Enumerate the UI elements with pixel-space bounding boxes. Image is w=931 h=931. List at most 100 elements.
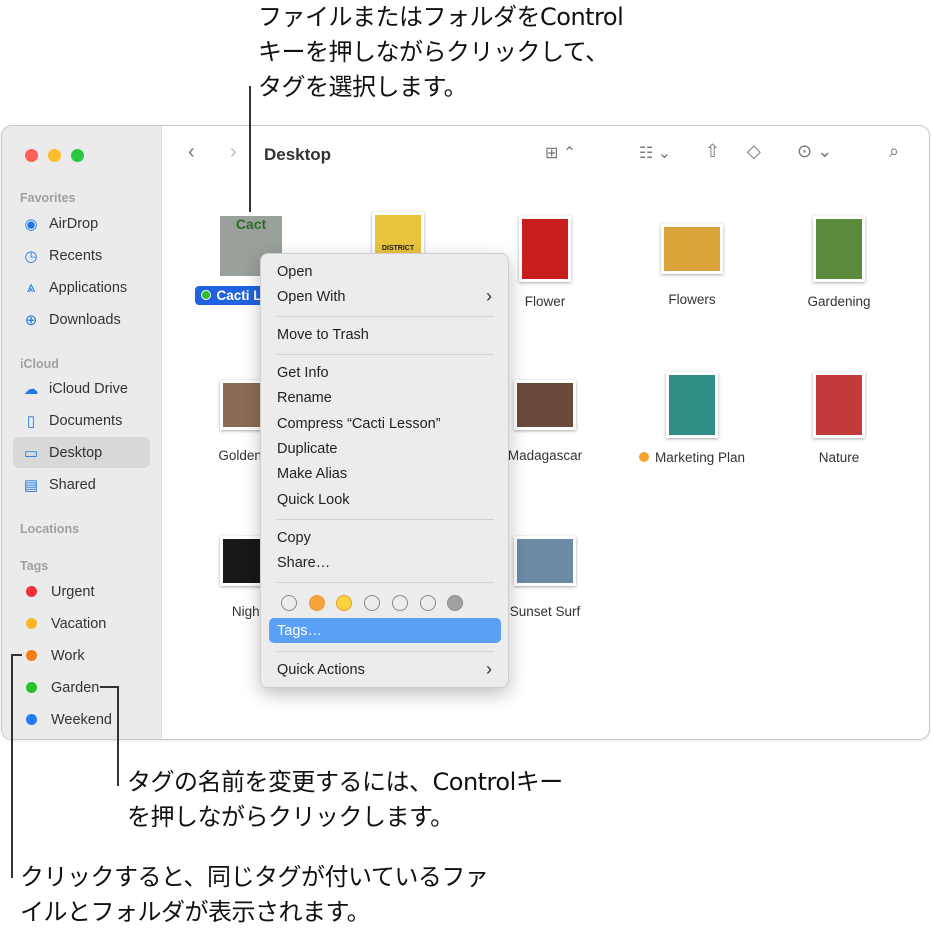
sidebar-item-weekend[interactable]: Weekend: [13, 704, 150, 735]
thumbnail-text: Cact: [235, 216, 267, 232]
forward-button[interactable]: ›: [230, 141, 237, 164]
sidebar-item-shared[interactable]: ▤ Shared: [13, 469, 150, 500]
annotation-line: タグを選択します。: [258, 73, 468, 101]
file-name: Nature: [818, 450, 860, 465]
file-item[interactable]: Marketing Plan: [622, 362, 762, 465]
tag-dot-icon: [26, 682, 37, 693]
menu-item-copy[interactable]: Copy: [277, 530, 311, 546]
annotation-line: クリックすると、同じタグが付いているファ: [20, 863, 489, 891]
context-menu: Open Open With › Move to Trash Get Info Renam…: [260, 253, 509, 688]
search-icon[interactable]: ⌕: [889, 141, 899, 162]
tag-dot-icon: [26, 650, 37, 661]
tag-icon[interactable]: ◇: [747, 141, 761, 162]
tag-dot-icon: [26, 586, 37, 597]
sidebar-item-desktop[interactable]: ▭ Desktop: [13, 437, 150, 468]
back-button[interactable]: ‹: [188, 141, 195, 164]
annotation-line: ファイルまたはフォルダをControl: [258, 3, 624, 31]
menu-item-share[interactable]: Share…: [277, 555, 330, 571]
menu-item-duplicate[interactable]: Duplicate: [277, 441, 337, 457]
sidebar-item-applications[interactable]: ⩓ Applications: [13, 272, 150, 303]
document-icon: ▯: [26, 412, 36, 430]
callout-line: [117, 686, 119, 786]
annotation-line: イルとフォルダが表示されます。: [20, 898, 371, 926]
tag-color-option[interactable]: [419, 595, 436, 611]
tags-heading: Tags: [20, 559, 49, 573]
sidebar-item-downloads[interactable]: ⊕ Downloads: [13, 304, 150, 335]
annotation-rename: タグの名前を変更するには、Controlキー を押しながらクリックします。: [127, 765, 563, 835]
annotation-line: タグの名前を変更するには、Controlキー: [127, 768, 563, 796]
file-thumbnail: [514, 536, 576, 586]
favorites-heading: Favorites: [20, 191, 76, 205]
airdrop-icon: ◉: [24, 215, 38, 233]
file-item[interactable]: Gardening: [769, 206, 909, 309]
file-name: Madagascar: [507, 448, 583, 463]
sidebar-item-airdrop[interactable]: ◉ AirDrop: [13, 208, 150, 239]
file-label: Nature: [769, 450, 909, 465]
locations-heading: Locations: [20, 522, 80, 536]
annotation-click: クリックすると、同じタグが付いているファ イルとフォルダが表示されます。: [20, 860, 489, 930]
file-item[interactable]: Flowers: [622, 206, 762, 307]
file-label: Flowers: [622, 292, 762, 307]
file-item[interactable]: Nature: [769, 362, 909, 465]
menu-item-tags[interactable]: Tags…: [277, 623, 322, 639]
file-name: Marketing Plan: [654, 450, 746, 465]
tag-color-option[interactable]: [336, 595, 353, 611]
menu-separator: [277, 354, 494, 355]
shared-folder-icon: ▤: [23, 476, 39, 494]
menu-item-open-with[interactable]: Open With: [277, 289, 346, 305]
file-thumbnail: [666, 372, 718, 438]
tag-color-option[interactable]: [308, 595, 325, 611]
menu-item-move-to-trash[interactable]: Move to Trash: [277, 327, 369, 343]
sidebar-item-label: AirDrop: [49, 215, 99, 232]
file-thumbnail: [514, 380, 576, 430]
annotation-line: を押しながらクリックします。: [127, 803, 454, 831]
file-name: Sunset Surf: [509, 604, 581, 619]
chevron-right-icon: ›: [486, 286, 492, 306]
sidebar-item-urgent[interactable]: Urgent: [13, 576, 150, 607]
menu-item-rename[interactable]: Rename: [277, 390, 332, 406]
chevron-right-icon: ›: [486, 659, 492, 679]
menu-item-get-info[interactable]: Get Info: [277, 365, 329, 381]
menu-item-quick-actions[interactable]: Quick Actions: [277, 662, 365, 678]
icloud-heading: iCloud: [20, 357, 59, 371]
sidebar-item-label: Desktop: [49, 444, 103, 461]
tag-color-option[interactable]: [447, 595, 464, 611]
share-icon[interactable]: ⇧: [705, 141, 720, 162]
menu-separator: [277, 651, 494, 652]
menu-item-quick-look[interactable]: Quick Look: [277, 492, 350, 508]
sidebar: Favorites ◉ AirDrop ◷ Recents ⩓ Applications ⊕…: [2, 126, 162, 739]
sidebar-item-documents[interactable]: ▯ Documents: [13, 405, 150, 436]
sidebar-item-label: iCloud Drive: [49, 380, 128, 397]
sidebar-item-label: Recents: [49, 247, 103, 264]
sidebar-item-icloud-drive[interactable]: ☁ iCloud Drive: [13, 373, 150, 404]
file-thumbnail: [661, 224, 723, 274]
menu-item-make-alias[interactable]: Make Alias: [277, 466, 347, 482]
sidebar-item-garden[interactable]: Garden: [13, 672, 150, 703]
file-thumbnail: [813, 216, 865, 282]
tag-color-option[interactable]: [364, 595, 381, 611]
sidebar-item-recents[interactable]: ◷ Recents: [13, 240, 150, 271]
sidebar-item-label: Garden: [51, 679, 100, 696]
tag-color-option[interactable]: [391, 595, 408, 611]
callout-line: [11, 654, 13, 878]
cloud-icon: ☁: [23, 380, 39, 398]
sidebar-item-vacation[interactable]: Vacation: [13, 608, 150, 639]
more-actions-icon[interactable]: ⊙ ⌄: [797, 141, 832, 162]
menu-item-compress-cacti-lesson[interactable]: Compress “Cacti Lesson”: [277, 416, 441, 432]
view-mode-icon[interactable]: ⊞ ⌃: [545, 143, 576, 163]
group-icon[interactable]: ☷ ⌄: [639, 143, 671, 163]
window-title: Desktop: [264, 145, 332, 164]
close-button[interactable]: [25, 149, 38, 162]
sidebar-item-label: Documents: [49, 412, 123, 429]
applications-icon: ⩓: [26, 279, 36, 296]
file-label: Gardening: [769, 294, 909, 309]
annotation-line: キーを押しながらクリックして、: [258, 38, 609, 66]
zoom-button[interactable]: [71, 149, 84, 162]
tag-color-option[interactable]: [281, 595, 297, 611]
desktop-icon: ▭: [23, 444, 39, 462]
sidebar-item-label: Vacation: [51, 615, 107, 632]
annotation-top: ファイルまたはフォルダをControl キーを押しながらクリックして、 タグを選…: [258, 0, 624, 105]
sidebar-item-work[interactable]: Work: [13, 640, 150, 671]
menu-item-open[interactable]: Open: [277, 264, 312, 280]
minimize-button[interactable]: [48, 149, 61, 162]
